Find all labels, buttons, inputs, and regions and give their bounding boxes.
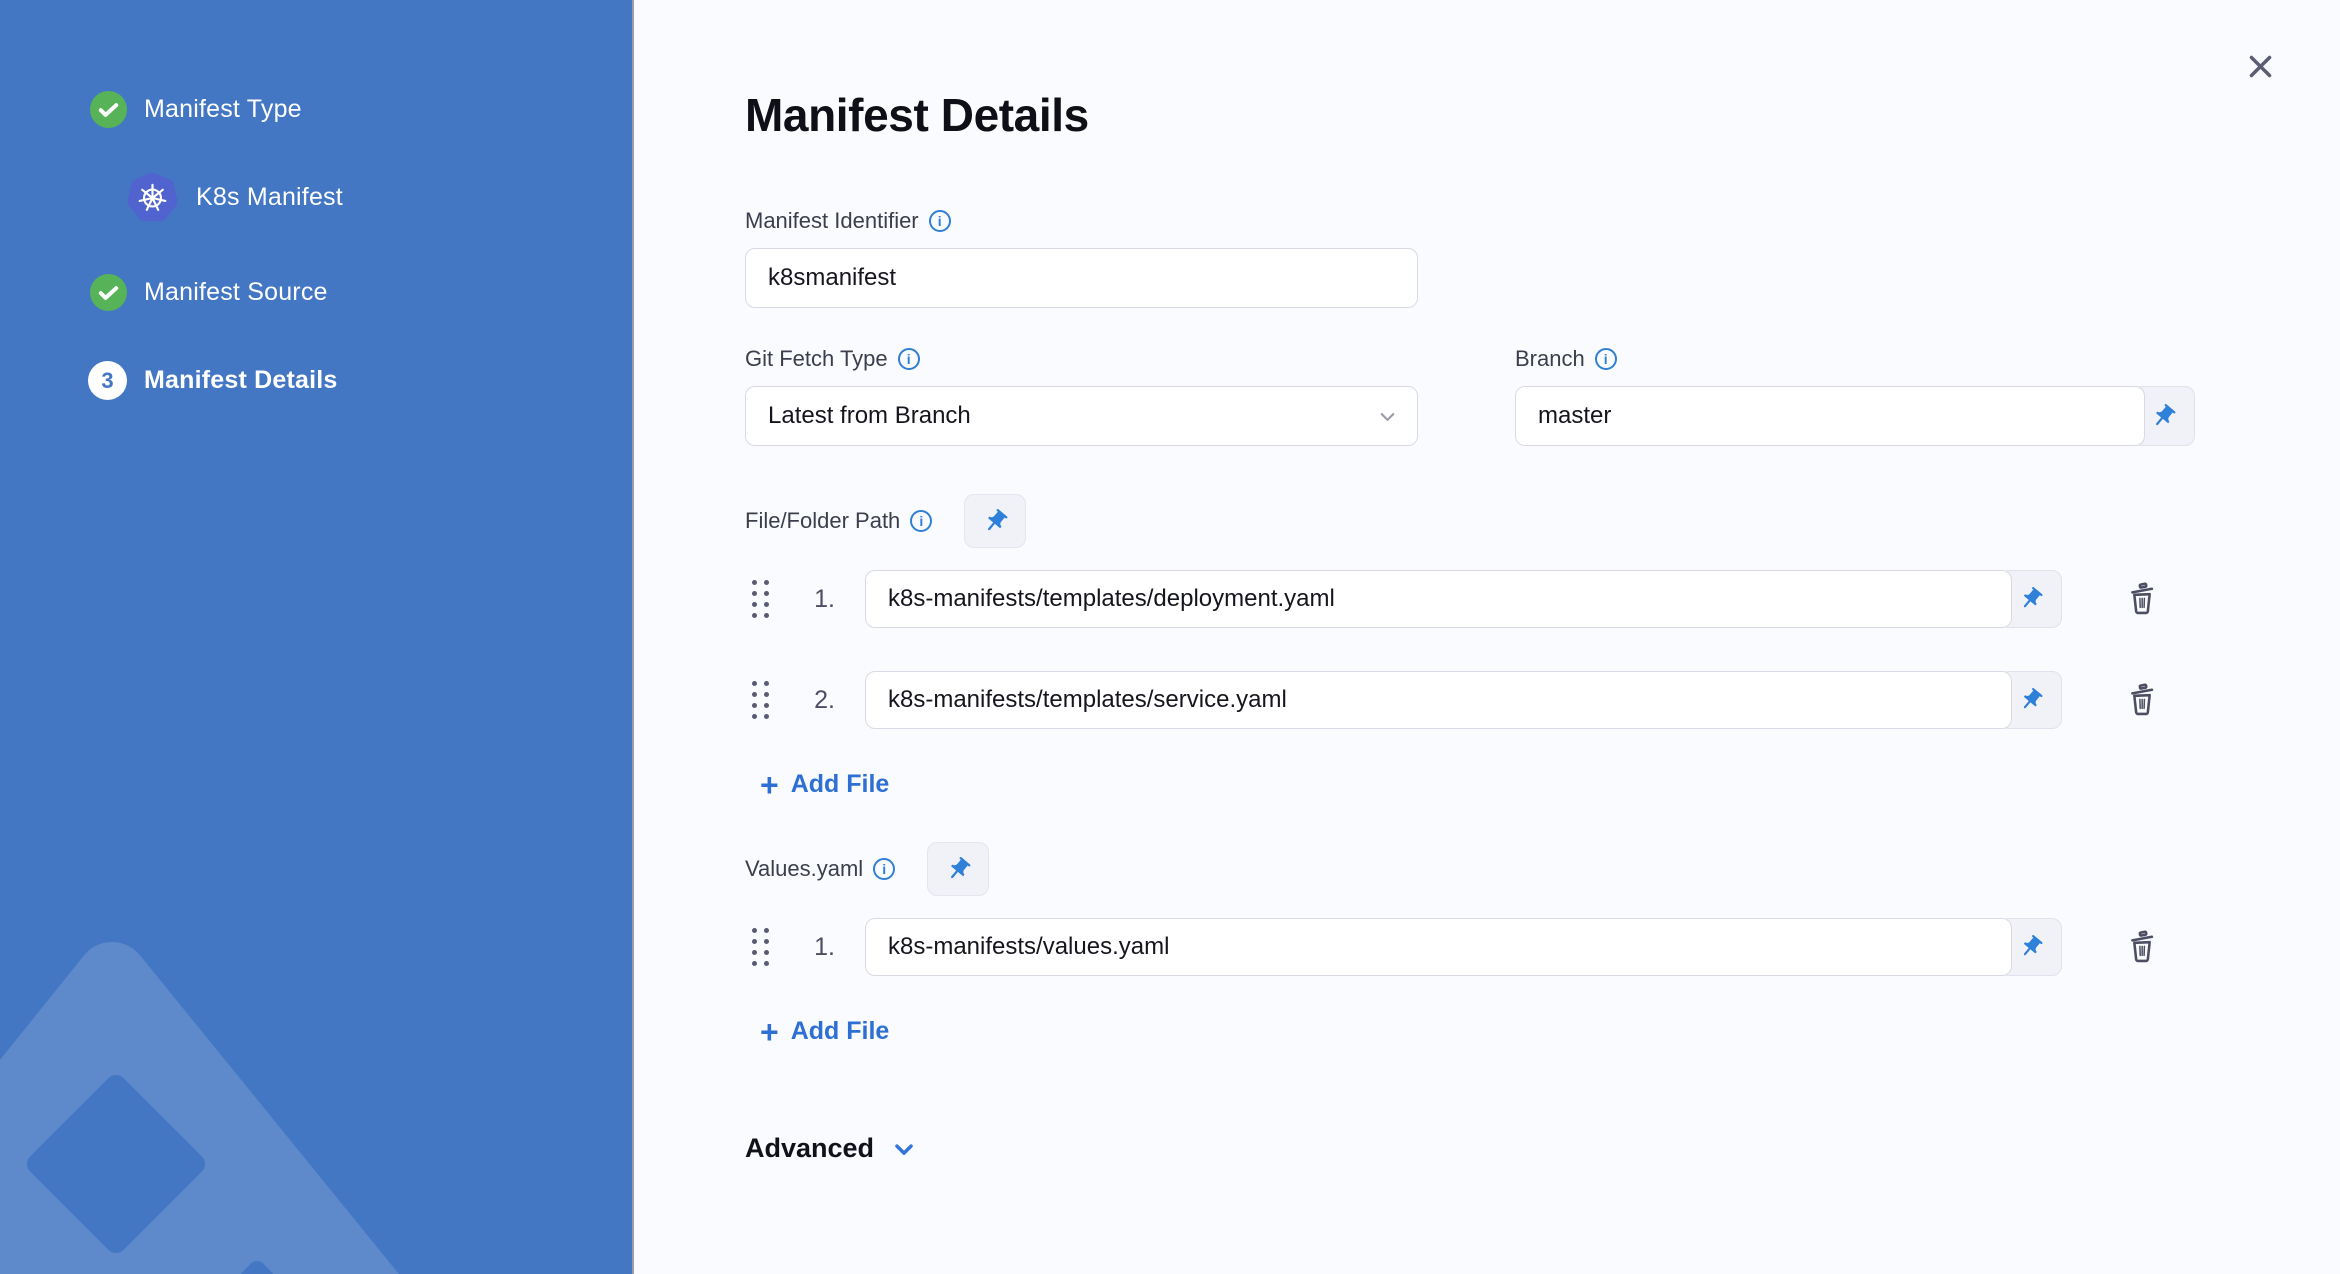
k8s-icon bbox=[128, 173, 177, 222]
trash-icon[interactable] bbox=[2118, 575, 2166, 623]
file-path-input-group bbox=[865, 570, 2062, 628]
close-icon[interactable] bbox=[2242, 48, 2278, 84]
values-yaml-label: Values.yaml bbox=[745, 856, 864, 881]
file-path-input[interactable] bbox=[865, 570, 2012, 628]
file-path-input[interactable] bbox=[865, 671, 2012, 729]
add-file-button[interactable]: + Add File bbox=[760, 766, 889, 803]
pin-icon bbox=[982, 507, 1009, 535]
trash-icon[interactable] bbox=[2118, 676, 2166, 724]
sidebar-item-manifest-type[interactable]: Manifest Type bbox=[90, 91, 632, 128]
step-label: K8s Manifest bbox=[196, 183, 343, 211]
manifest-identifier-input[interactable] bbox=[745, 248, 1418, 308]
sidebar-item-k8s-manifest[interactable]: K8s Manifest bbox=[128, 173, 632, 222]
git-fetch-type-select[interactable]: Latest from Branch bbox=[745, 386, 1418, 446]
pin-icon bbox=[944, 855, 972, 883]
sidebar-item-manifest-source[interactable]: Manifest Source bbox=[90, 274, 632, 311]
file-path-row: 1. bbox=[745, 570, 2340, 628]
advanced-toggle[interactable]: Advanced bbox=[745, 1133, 918, 1164]
file-path-input-group bbox=[865, 671, 2062, 729]
pin-icon bbox=[2017, 586, 2044, 612]
row-index: 1. bbox=[814, 584, 835, 613]
manifest-identifier-label: Manifest Identifier bbox=[745, 208, 919, 233]
pin-icon bbox=[2017, 934, 2044, 960]
manifest-details-panel: Manifest Details Manifest Identifier i G… bbox=[634, 0, 2340, 1274]
git-fetch-type-value: Latest from Branch bbox=[768, 402, 971, 429]
check-icon bbox=[90, 91, 127, 128]
row-index: 1. bbox=[814, 932, 835, 961]
pin-button[interactable] bbox=[964, 494, 1027, 548]
file-folder-path-label: File/Folder Path bbox=[745, 508, 901, 533]
file-folder-path-section: File/Folder Path i 1. k8s-manifests/temp… bbox=[745, 494, 2340, 803]
pin-button[interactable] bbox=[927, 842, 990, 896]
manifest-identifier-field: Manifest Identifier i bbox=[745, 206, 2340, 308]
manifest-wizard-dialog: Manifest Type K8s Manifest Manifest Sour… bbox=[0, 0, 2340, 1274]
values-path-row: 1. bbox=[745, 918, 2340, 976]
trash-icon[interactable] bbox=[2118, 923, 2166, 971]
pin-icon bbox=[2150, 402, 2177, 430]
info-icon[interactable]: i bbox=[897, 348, 920, 370]
info-icon[interactable]: i bbox=[873, 858, 896, 880]
git-fetch-type-label: Git Fetch Type bbox=[745, 346, 888, 371]
drag-handle-icon[interactable] bbox=[752, 580, 769, 618]
info-icon[interactable]: i bbox=[910, 510, 933, 532]
plus-icon: + bbox=[760, 1013, 779, 1050]
step-number-badge: 3 bbox=[88, 361, 127, 400]
page-title: Manifest Details bbox=[745, 89, 1089, 141]
branch-input[interactable] bbox=[1515, 386, 2145, 446]
pin-icon bbox=[2017, 687, 2044, 713]
check-icon bbox=[90, 274, 127, 311]
step-label: Manifest Details bbox=[144, 366, 338, 394]
info-icon[interactable]: i bbox=[928, 210, 951, 232]
values-path-input-group bbox=[865, 918, 2062, 976]
step-label: Manifest Type bbox=[144, 95, 302, 123]
add-file-button[interactable]: + Add File bbox=[760, 1013, 889, 1050]
drag-handle-icon[interactable] bbox=[752, 928, 769, 966]
plus-icon: + bbox=[760, 766, 779, 803]
wizard-sidebar: Manifest Type K8s Manifest Manifest Sour… bbox=[0, 0, 634, 1274]
info-icon[interactable]: i bbox=[1594, 348, 1617, 370]
step-label: Manifest Source bbox=[144, 278, 328, 306]
sidebar-item-manifest-details[interactable]: 3 Manifest Details bbox=[88, 361, 632, 400]
branch-label: Branch bbox=[1515, 346, 1585, 371]
drag-handle-icon[interactable] bbox=[752, 681, 769, 719]
row-index: 2. bbox=[814, 685, 835, 714]
harness-logo-watermark bbox=[0, 942, 399, 1274]
values-yaml-section: Values.yaml i 1. k8s-manifests/values.ya… bbox=[745, 842, 2340, 1050]
git-fetch-row: Git Fetch Type i Latest from Branch Bran… bbox=[745, 344, 2340, 446]
branch-input-group bbox=[1515, 386, 2195, 446]
chevron-down-icon bbox=[1381, 413, 1394, 420]
values-path-input[interactable] bbox=[865, 918, 2012, 976]
file-path-row: 2. bbox=[745, 671, 2340, 729]
chevron-down-icon bbox=[896, 1145, 912, 1154]
